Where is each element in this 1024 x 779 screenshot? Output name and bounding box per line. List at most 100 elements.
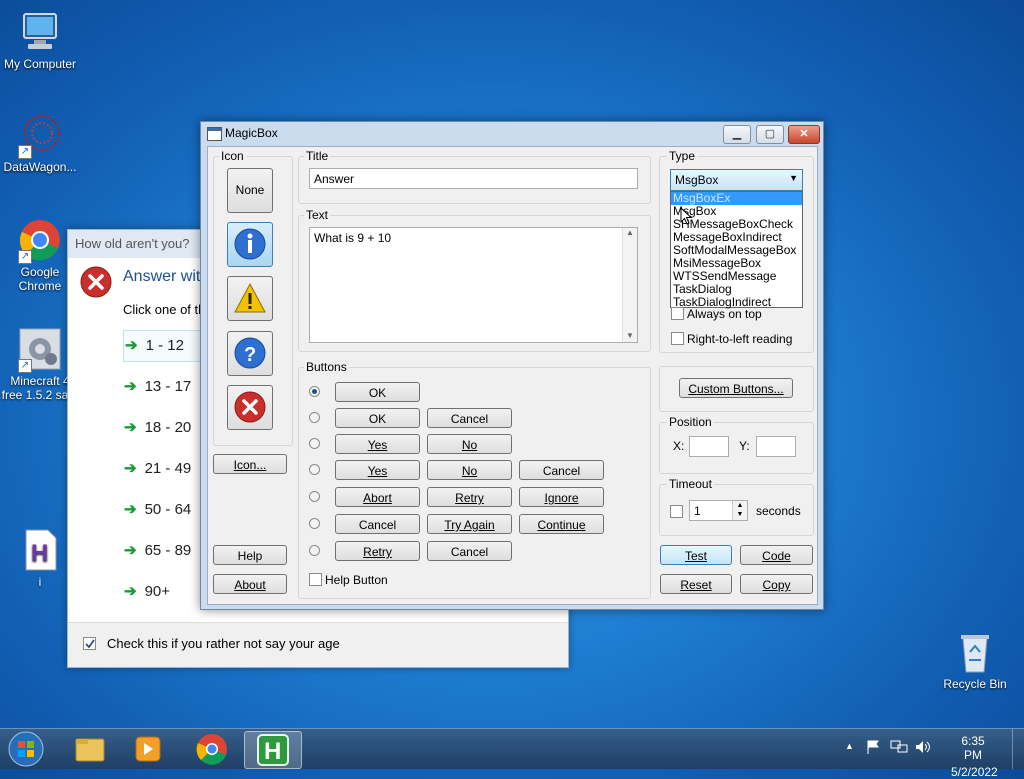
app-window-icon	[207, 127, 222, 141]
icon-error-button[interactable]	[227, 385, 273, 430]
buttons-radio-yesnocancel[interactable]	[309, 464, 320, 475]
show-hidden-icons-button[interactable]: ▲	[845, 741, 854, 751]
clock[interactable]: 6:35 PM 5/2/2022	[951, 734, 998, 779]
timeout-group-label: Timeout	[667, 477, 714, 491]
sample-cancel-button[interactable]: Cancel	[427, 541, 512, 561]
gear-icon: ↗	[18, 327, 62, 373]
scroll-up-icon[interactable]: ▲	[623, 228, 637, 237]
icon-none-button[interactable]: None	[227, 168, 273, 213]
buttons-radio-canceltrycontinue[interactable]	[309, 518, 320, 529]
taskbar-explorer-button[interactable]	[62, 731, 118, 767]
spin-up-icon[interactable]: ▲	[733, 501, 747, 510]
buttons-radio-abortretryignore[interactable]	[309, 491, 320, 502]
always-on-top-label: Always on top	[687, 307, 762, 321]
seconds-label: seconds	[756, 504, 801, 518]
computer-icon	[18, 10, 62, 54]
spin-down-icon[interactable]: ▼	[733, 510, 747, 519]
sample-cancel-button[interactable]: Cancel	[427, 408, 512, 428]
minimize-button[interactable]: ▁	[723, 125, 751, 144]
buttons-radio-yesno[interactable]	[309, 438, 320, 449]
error-icon	[234, 391, 266, 423]
text-scrollbar[interactable]: ▲ ▼	[622, 228, 637, 342]
sample-try-again-button[interactable]: Try Again	[427, 514, 512, 534]
clock-time: 6:35 PM	[961, 734, 985, 762]
icon-info-button[interactable]	[227, 222, 273, 267]
magicbox-window[interactable]: MagicBox ▁ ▢ ✕ Icon None ? Icon... Help …	[200, 121, 824, 610]
desktop-icon-my-computer[interactable]: My Computer	[0, 10, 80, 71]
sample-abort-button[interactable]: Abort	[335, 487, 420, 507]
copy-button[interactable]: Copy	[740, 574, 813, 594]
icon-question-button[interactable]: ?	[227, 331, 273, 376]
chevron-up-icon: ▲	[845, 741, 854, 751]
taskbar-chrome-button[interactable]	[184, 731, 240, 767]
svg-text:H: H	[31, 540, 48, 567]
sample-cancel-button[interactable]: Cancel	[519, 460, 604, 480]
document-h-icon: H	[18, 528, 62, 572]
volume-icon[interactable]	[914, 739, 932, 758]
sample-ignore-button[interactable]: Ignore	[519, 487, 604, 507]
icon-browse-button[interactable]: Icon...	[213, 454, 287, 474]
y-label: Y:	[739, 439, 750, 453]
sample-continue-button[interactable]: Continue	[519, 514, 604, 534]
icon-warning-button[interactable]	[227, 276, 273, 321]
action-center-flag-icon[interactable]	[866, 739, 882, 758]
sample-retry-button[interactable]: Retry	[335, 541, 420, 561]
timeout-checkbox[interactable]	[670, 505, 683, 518]
type-select[interactable]: MsgBox ▼	[670, 169, 803, 191]
network-icon[interactable]	[890, 739, 908, 758]
buttons-radio-retrycancel[interactable]	[309, 545, 320, 556]
buttons-radio-ok[interactable]	[309, 386, 320, 397]
desktop-icon-datawagon[interactable]: ↗ DataWagon...	[0, 113, 80, 174]
media-player-icon	[135, 736, 161, 762]
start-button[interactable]	[6, 730, 46, 768]
sample-retry-button[interactable]: Retry	[427, 487, 512, 507]
maximize-icon: ▢	[764, 128, 776, 140]
svg-text:H: H	[264, 738, 281, 765]
info-icon	[234, 228, 266, 260]
sample-cancel-button[interactable]: Cancel	[335, 514, 420, 534]
close-button[interactable]: ✕	[788, 125, 820, 144]
sample-ok-button[interactable]: OK	[335, 408, 420, 428]
sample-no-button[interactable]: No	[427, 460, 512, 480]
desktop-icon-recycle-bin[interactable]: Recycle Bin	[935, 630, 1015, 691]
timeout-spinner[interactable]: 1 ▲ ▼	[689, 500, 748, 521]
rtl-reading-checkbox[interactable]	[671, 332, 684, 345]
folder-icon	[75, 738, 105, 762]
reset-button[interactable]: Reset	[660, 574, 732, 594]
sample-yes-button[interactable]: Yes	[335, 434, 420, 454]
scroll-down-icon[interactable]: ▼	[623, 331, 637, 340]
help-button[interactable]: Help	[213, 545, 287, 565]
sample-yes-button[interactable]: Yes	[335, 460, 420, 480]
title-group-label: Title	[304, 149, 331, 163]
chrome-icon	[196, 734, 227, 765]
always-on-top-checkbox[interactable]	[671, 307, 684, 320]
question-icon: ?	[234, 337, 266, 369]
sample-ok-button[interactable]: OK	[335, 382, 420, 402]
help-button-checkbox[interactable]	[309, 573, 322, 586]
code-button[interactable]: Code	[740, 545, 813, 565]
test-button[interactable]: Test	[660, 545, 732, 565]
taskbar-magicbox-button[interactable]: H	[244, 731, 302, 769]
show-desktop-button[interactable]	[1012, 729, 1024, 769]
rtl-reading-label: Right-to-left reading	[687, 332, 793, 346]
type-group-label: Type	[667, 149, 698, 163]
buttons-radio-okcancel[interactable]	[309, 412, 320, 423]
warning-icon	[234, 282, 266, 313]
minimize-icon: ▁	[732, 128, 742, 140]
custom-buttons-button[interactable]: Custom Buttons...	[679, 378, 793, 398]
taskbar-media-player-button[interactable]	[120, 731, 176, 767]
position-x-input[interactable]	[689, 436, 729, 457]
close-icon: ✕	[799, 128, 809, 140]
prefer-not-say-checkbox[interactable]	[83, 637, 96, 650]
help-button-label: Help Button	[325, 573, 388, 587]
position-y-input[interactable]	[756, 436, 796, 457]
magicbox-titlebar[interactable]: MagicBox ▁ ▢ ✕	[201, 122, 823, 146]
maximize-button[interactable]: ▢	[756, 125, 784, 144]
position-group-label: Position	[667, 415, 714, 429]
text-textarea[interactable]: What is 9 + 10 ▲ ▼	[309, 227, 638, 343]
green-arrow-icon: ➔	[124, 378, 137, 395]
title-input[interactable]	[309, 168, 638, 189]
age-dialog-footer: Check this if you rather not say your ag…	[68, 622, 568, 667]
about-button[interactable]: About	[213, 574, 287, 594]
sample-no-button[interactable]: No	[427, 434, 512, 454]
